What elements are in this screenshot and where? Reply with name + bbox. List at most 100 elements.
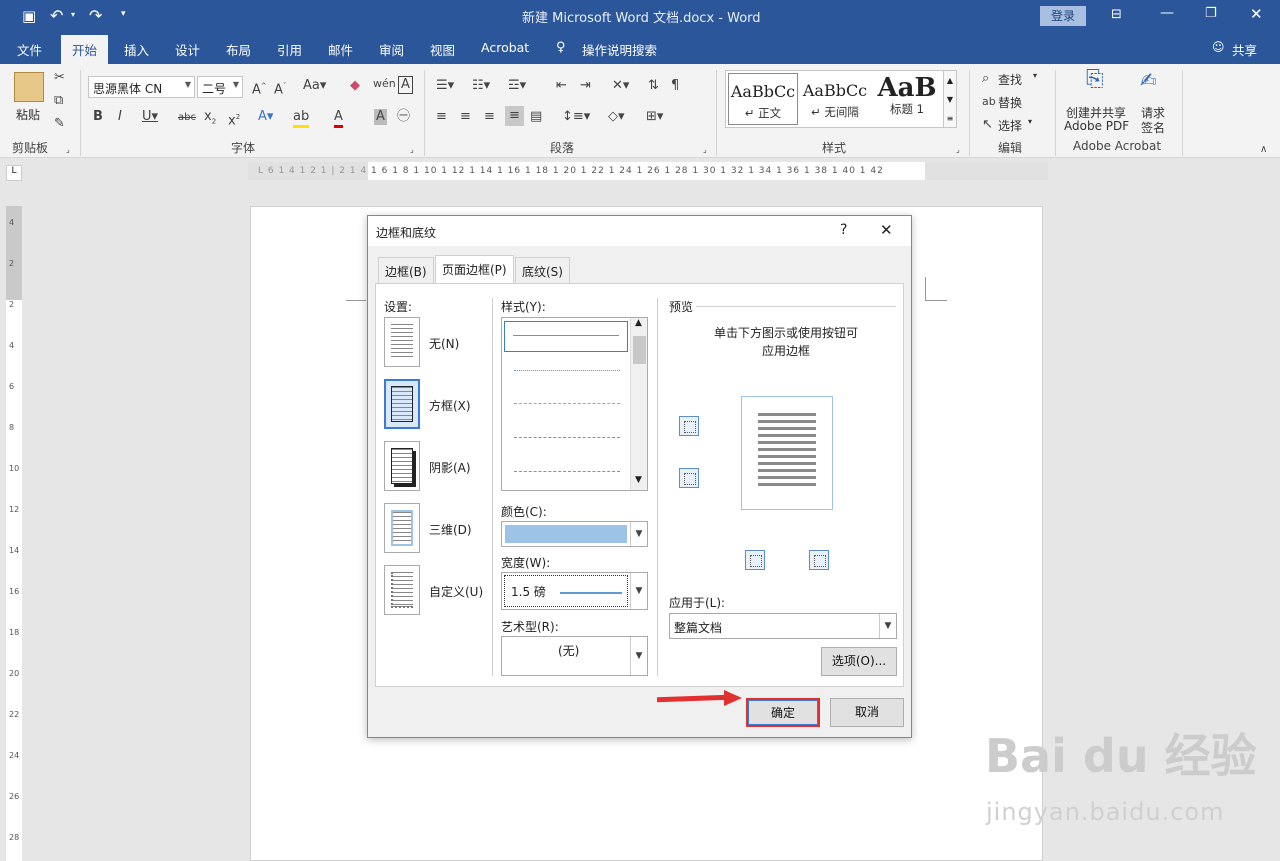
ribbon-display-icon[interactable]: ⊟ xyxy=(1111,7,1122,22)
italic-icon[interactable]: I xyxy=(118,109,122,125)
replace-icon[interactable]: ab xyxy=(982,94,996,110)
style-list[interactable]: ▲ ▼ xyxy=(501,317,648,491)
find-button[interactable]: 查找 xyxy=(998,71,1022,88)
shrink-font-icon[interactable]: Aˇ xyxy=(274,78,286,98)
line-spacing-icon[interactable]: ↕≡▾ xyxy=(562,109,590,125)
person-icon[interactable]: ☺ xyxy=(1212,40,1225,54)
lightbulb-icon[interactable]: ♀ xyxy=(556,40,566,55)
bullets-icon[interactable]: ☰▾ xyxy=(436,78,454,94)
scroll-up-icon[interactable]: ▲ xyxy=(635,318,642,328)
border-right-toggle[interactable] xyxy=(809,550,829,570)
tab-layout[interactable]: 布局 xyxy=(226,40,251,59)
setting-none[interactable]: 无(N) xyxy=(429,335,459,352)
save-icon[interactable]: ▣ xyxy=(22,7,36,25)
chevron-down-icon[interactable]: ▼ xyxy=(630,573,647,609)
chevron-down-icon[interactable]: ▼ xyxy=(879,614,896,638)
style-scrollbar[interactable]: ▲ ▼ xyxy=(630,318,647,490)
copy-icon[interactable]: ⧉ xyxy=(54,93,63,109)
border-bottom-toggle[interactable] xyxy=(679,468,699,488)
tab-references[interactable]: 引用 xyxy=(277,40,302,59)
tab-file[interactable]: 文件 xyxy=(17,40,42,59)
char-shading-icon[interactable]: A xyxy=(374,109,387,125)
styles-launcher-icon[interactable]: ⌟ xyxy=(956,142,960,158)
shading-icon[interactable]: ◇▾ xyxy=(608,109,625,125)
paste-button[interactable]: 粘贴 xyxy=(16,106,40,123)
vertical-ruler[interactable]: 4 2 2 4 6 8 10 12 14 16 18 20 22 24 26 28 xyxy=(6,206,22,861)
setting-box[interactable]: 方框(X) xyxy=(429,397,471,414)
scroll-thumb[interactable] xyxy=(633,336,646,364)
tell-me-search[interactable]: 操作说明搜索 xyxy=(582,40,657,59)
help-button[interactable]: ? xyxy=(840,222,847,238)
width-combo[interactable]: 1.5 磅 ▼ xyxy=(501,572,648,610)
cancel-button[interactable]: 取消 xyxy=(830,698,904,727)
setting-box-icon[interactable] xyxy=(384,379,420,429)
clipboard-launcher-icon[interactable]: ⌟ xyxy=(66,142,70,158)
borders-icon[interactable]: ⊞▾ xyxy=(646,109,663,125)
subscript-icon[interactable]: x2 xyxy=(204,109,216,130)
customize-toolbar-icon[interactable]: ▾ xyxy=(121,9,126,19)
increase-indent-icon[interactable]: ⇥ xyxy=(580,78,591,94)
border-left-toggle[interactable] xyxy=(745,550,765,570)
phonetic-guide-icon[interactable]: wén xyxy=(373,76,396,92)
sort-icon[interactable]: ⇅ xyxy=(648,78,659,94)
find-dropdown-icon[interactable]: ▾ xyxy=(1033,71,1037,80)
paste-icon[interactable] xyxy=(14,72,44,102)
select-icon[interactable]: ↖ xyxy=(982,117,993,133)
text-effects-icon[interactable]: A▾ xyxy=(258,109,273,125)
chinese-layout-icon[interactable]: ✕▾ xyxy=(612,78,629,94)
multilevel-list-icon[interactable]: ☲▾ xyxy=(508,78,526,94)
style-solid-line[interactable] xyxy=(504,321,628,352)
find-icon[interactable]: ⌕ xyxy=(982,71,989,87)
create-pdf-label-2[interactable]: Adobe PDF xyxy=(1064,119,1129,133)
tab-mailings[interactable]: 邮件 xyxy=(328,40,353,59)
setting-3d-icon[interactable] xyxy=(384,503,420,553)
tab-design[interactable]: 设计 xyxy=(175,40,200,59)
char-border-icon[interactable]: A xyxy=(398,76,413,94)
font-color-icon[interactable]: A xyxy=(334,109,343,128)
superscript-icon[interactable]: x2 xyxy=(228,109,240,129)
request-signature-icon[interactable]: ✍ xyxy=(1140,70,1157,90)
ok-button[interactable]: 确定 xyxy=(746,698,820,727)
distributed-icon[interactable]: ▤ xyxy=(530,109,542,125)
align-center-icon[interactable]: ≡ xyxy=(460,109,471,125)
setting-shadow[interactable]: 阴影(A) xyxy=(429,459,471,476)
highlight-icon[interactable]: ab xyxy=(293,109,310,128)
clear-format-icon[interactable]: ◆ xyxy=(350,78,360,94)
decrease-indent-icon[interactable]: ⇤ xyxy=(556,78,567,94)
format-painter-icon[interactable]: ✎ xyxy=(54,116,65,132)
chevron-down-icon[interactable]: ▼ xyxy=(630,637,647,675)
collapse-ribbon-icon[interactable]: ∧ xyxy=(1260,142,1267,158)
setting-custom-icon[interactable] xyxy=(384,565,420,615)
style-normal[interactable]: AaBbCc ↵ 正文 xyxy=(728,73,798,125)
font-launcher-icon[interactable]: ⌟ xyxy=(410,142,414,158)
enclose-char-icon[interactable]: ㊀ xyxy=(397,109,410,125)
align-right-icon[interactable]: ≡ xyxy=(484,109,495,125)
gallery-scroll[interactable]: ▲ ▼ ≡ xyxy=(943,70,957,128)
close-window-icon[interactable]: ✕ xyxy=(1250,5,1263,23)
tab-page-border[interactable]: 页面边框(P) xyxy=(435,255,514,284)
strikethrough-icon[interactable]: abc xyxy=(178,110,196,126)
style-no-spacing[interactable]: AaBbCc ↵ 无间隔 xyxy=(800,73,870,125)
cut-icon[interactable]: ✂ xyxy=(54,70,65,86)
font-name-combo[interactable]: 思源黑体 CN ▼ xyxy=(88,76,195,98)
tab-shading[interactable]: 底纹(S) xyxy=(515,257,570,283)
options-button[interactable]: 选项(O)... xyxy=(821,647,897,676)
style-heading-1[interactable]: AaB 标题 1 xyxy=(872,73,942,125)
tab-selector[interactable]: L xyxy=(6,165,22,181)
restore-icon[interactable]: ❐ xyxy=(1205,6,1217,21)
art-combo[interactable]: (无) ▼ xyxy=(501,636,648,676)
style-dashed[interactable] xyxy=(514,437,620,438)
grow-font-icon[interactable]: A^ xyxy=(252,78,267,98)
tab-acrobat[interactable]: Acrobat xyxy=(481,40,529,55)
color-combo[interactable]: ▼ xyxy=(501,521,648,547)
undo-icon[interactable]: ↶ xyxy=(50,6,63,25)
font-size-combo[interactable]: 二号 ▼ xyxy=(197,76,243,98)
share-button[interactable]: 共享 xyxy=(1232,40,1257,59)
numbering-icon[interactable]: ☷▾ xyxy=(472,78,490,94)
tab-insert[interactable]: 插入 xyxy=(124,40,149,59)
replace-button[interactable]: 替换 xyxy=(998,94,1022,111)
minimize-icon[interactable]: — xyxy=(1160,5,1174,21)
preview-page[interactable] xyxy=(741,396,833,510)
tab-view[interactable]: 视图 xyxy=(430,40,455,59)
underline-icon[interactable]: U▾ xyxy=(142,109,158,125)
